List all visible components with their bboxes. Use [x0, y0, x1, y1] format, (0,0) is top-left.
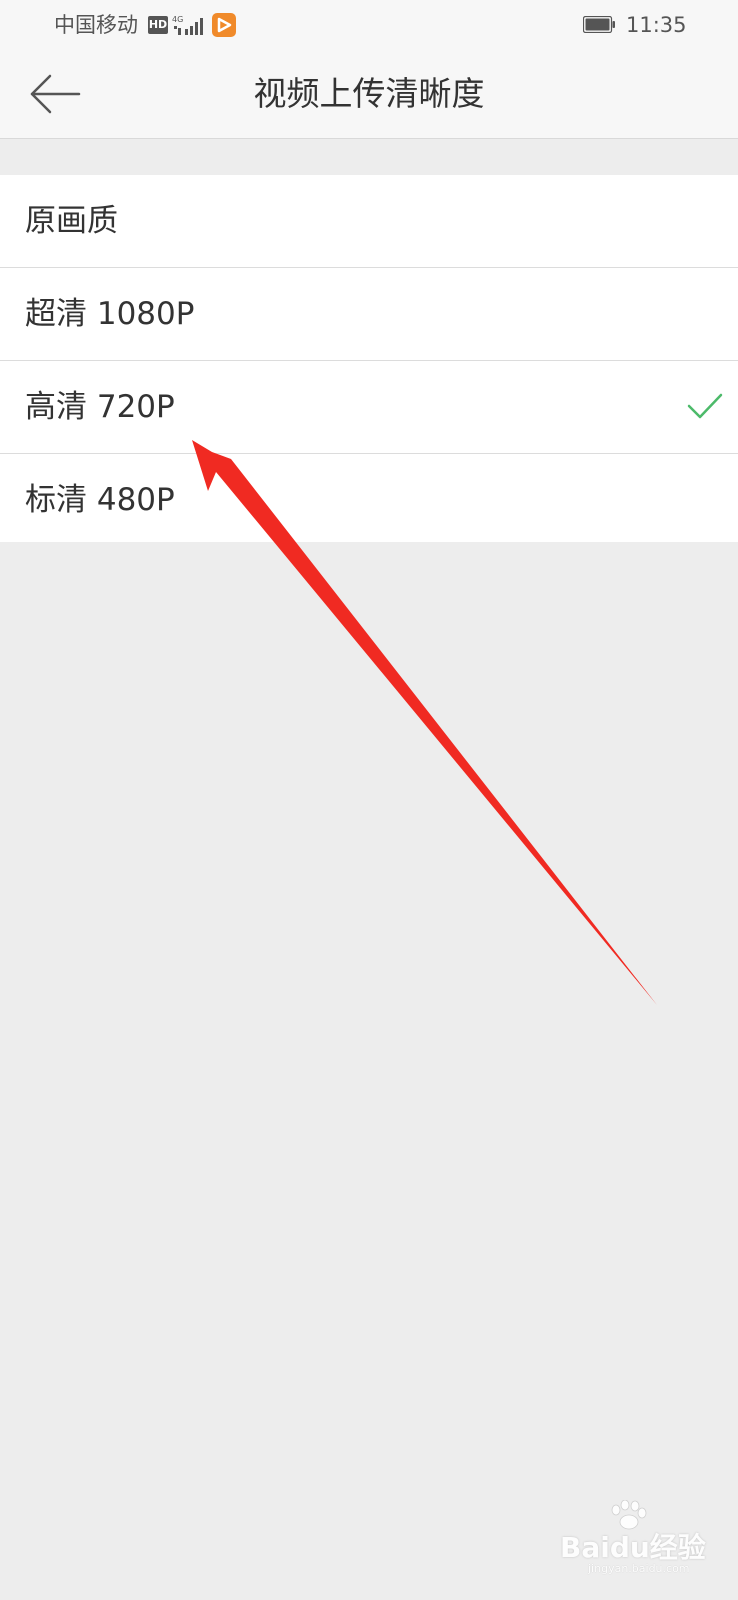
option-original-quality[interactable]: 原画质 — [0, 175, 738, 268]
app-header: 视频上传清晰度 — [0, 50, 738, 139]
battery-icon — [583, 16, 615, 33]
carrier-name: 中国移动 — [54, 13, 138, 37]
status-bar: 中国移动 HD 4G 11:35 — [0, 0, 738, 50]
option-1080p[interactable]: 超清 1080P — [0, 268, 738, 361]
option-label: 高清 720P — [25, 389, 175, 425]
app-notification-icon — [212, 13, 236, 37]
hd-icon: HD — [148, 16, 168, 34]
quality-options-list: 原画质 超清 1080P 高清 720P 标清 480P — [0, 175, 738, 542]
option-480p[interactable]: 标清 480P — [0, 454, 738, 542]
watermark-url: jingyan.baidu.com — [588, 1562, 690, 1575]
status-icons: HD 4G — [148, 13, 236, 37]
option-label: 超清 1080P — [25, 296, 195, 332]
option-label: 标清 480P — [25, 482, 175, 518]
watermark-text: Baidu经验 — [560, 1531, 706, 1564]
checkmark-icon — [687, 393, 723, 419]
network-type-label: 4G — [172, 15, 183, 24]
clock: 11:35 — [626, 13, 687, 37]
arrow-left-icon — [30, 74, 81, 114]
page-title: 视频上传清晰度 — [253, 74, 485, 113]
signal-icon: 4G — [172, 15, 203, 35]
option-720p[interactable]: 高清 720P — [0, 361, 738, 454]
baidu-watermark: Baidu经验 jingyan.baidu.com — [560, 1500, 720, 1580]
option-label: 原画质 — [25, 203, 118, 239]
back-button[interactable] — [24, 70, 84, 118]
